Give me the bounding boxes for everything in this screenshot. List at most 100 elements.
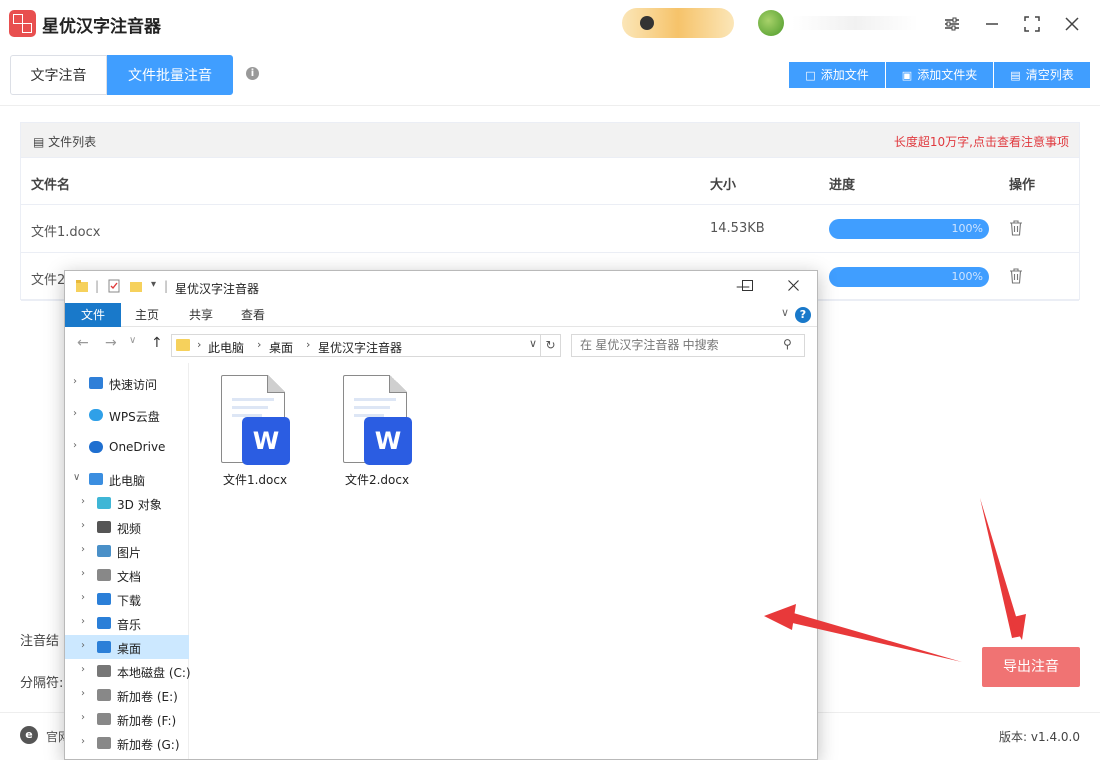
forward-arrow-icon[interactable]: →: [105, 335, 117, 351]
divider: [0, 105, 1100, 106]
close-icon[interactable]: [773, 275, 813, 299]
annotation-arrow-down: [980, 498, 1022, 638]
up-arrow-icon[interactable]: ↑: [151, 335, 163, 351]
tree-item[interactable]: › OneDrive: [65, 435, 189, 459]
breadcrumb-separator-icon: ›: [257, 338, 262, 351]
cloud-icon: [89, 409, 103, 421]
tree-item[interactable]: › 新加卷 (F:): [65, 707, 189, 731]
collapsed-chevron-icon[interactable]: ›: [81, 712, 85, 723]
address-bar[interactable]: › 此电脑 › 桌面 › 星优汉字注音器 ∨: [171, 334, 541, 357]
tree-item[interactable]: › 视频: [65, 515, 189, 539]
file-explorer-window: | ▾ | 星优汉字注音器 — 文件 主页 共享 查看 ∨ ? ← → ∨ ↑ …: [64, 270, 818, 760]
collapsed-chevron-icon[interactable]: ›: [81, 616, 85, 627]
refresh-icon[interactable]: ↻: [541, 334, 561, 357]
help-icon[interactable]: ?: [795, 307, 811, 323]
ribbon-tab-home[interactable]: 主页: [125, 303, 169, 327]
progress-text: 100%: [951, 270, 983, 283]
new-folder-icon[interactable]: [129, 279, 143, 296]
add-file-button[interactable]: □ 添加文件: [789, 62, 885, 88]
collapsed-chevron-icon[interactable]: ›: [81, 568, 85, 579]
add-file-label: 添加文件: [820, 68, 869, 82]
tree-item-label: 此电脑: [109, 474, 146, 488]
recent-chevron-icon[interactable]: ∨: [129, 335, 136, 346]
address-dropdown-icon[interactable]: ∨: [529, 337, 537, 350]
collapsed-chevron-icon[interactable]: ›: [73, 408, 77, 419]
length-notice-link[interactable]: 长度超10万字,点击查看注意事项: [894, 133, 1069, 150]
breadcrumb-desktop[interactable]: 桌面: [269, 339, 293, 356]
tree-item[interactable]: › 桌面: [65, 635, 189, 659]
minimize-icon[interactable]: [978, 10, 1006, 38]
tree-item[interactable]: › 3D 对象: [65, 491, 189, 515]
ribbon-expand-chevron-icon[interactable]: ∨: [781, 306, 789, 319]
clear-list-button[interactable]: ▤ 清空列表: [994, 62, 1090, 88]
user-name-redacted: [792, 16, 918, 30]
expanded-chevron-icon[interactable]: ∨: [73, 472, 80, 483]
file-name: 文件1.docx: [222, 473, 288, 487]
tree-item[interactable]: › 下载: [65, 587, 189, 611]
file-item[interactable]: W 文件1.docx: [189, 375, 290, 487]
customize-chevron-icon[interactable]: ▾: [151, 279, 156, 290]
file-item[interactable]: W 文件2.docx: [311, 375, 412, 487]
tree-item-label: 下载: [117, 594, 142, 608]
tree-item[interactable]: › 图片: [65, 539, 189, 563]
breadcrumb-this-pc[interactable]: 此电脑: [208, 339, 244, 356]
clear-list-label: 清空列表: [1025, 68, 1074, 82]
breadcrumb-separator-icon: ›: [197, 338, 202, 351]
tree-item[interactable]: › WPS云盘: [65, 403, 189, 427]
tree-item[interactable]: ∨ 此电脑: [65, 467, 189, 491]
collapsed-chevron-icon[interactable]: ›: [81, 496, 85, 507]
file-name: 文件2.docx: [344, 473, 410, 487]
back-arrow-icon[interactable]: ←: [77, 335, 89, 351]
maximize-icon[interactable]: [1018, 10, 1046, 38]
tree-item[interactable]: › 文档: [65, 563, 189, 587]
avatar[interactable]: [758, 10, 784, 36]
ribbon-tab-share[interactable]: 共享: [179, 303, 223, 327]
delete-icon[interactable]: [1009, 220, 1023, 236]
delete-icon[interactable]: [1009, 268, 1023, 284]
collapsed-chevron-icon[interactable]: ›: [81, 544, 85, 555]
export-annotation-button[interactable]: 导出注音: [982, 647, 1080, 687]
table-header: 文件名 大小 进度 操作: [21, 158, 1079, 205]
title-bar: 星优汉字注音器: [0, 0, 1100, 48]
table-row[interactable]: 文件1.docx 14.53KB 100%: [21, 205, 1079, 253]
tab-batch-file-annotation[interactable]: 文件批量注音: [107, 55, 233, 95]
video-icon: [97, 521, 111, 533]
search-icon[interactable]: ⚲: [783, 337, 792, 351]
maximize-icon[interactable]: [727, 275, 767, 299]
collapsed-chevron-icon[interactable]: ›: [81, 664, 85, 675]
properties-icon[interactable]: [107, 279, 121, 296]
search-input[interactable]: 在 星优汉字注音器 中搜索: [571, 334, 805, 357]
tree-item[interactable]: › 音乐: [65, 611, 189, 635]
ribbon-tab-file[interactable]: 文件: [65, 303, 121, 327]
settings-sliders-icon[interactable]: [938, 10, 966, 38]
breadcrumb-app-folder[interactable]: 星优汉字注音器: [318, 339, 402, 356]
disk-icon: [97, 665, 111, 677]
close-icon[interactable]: [1058, 10, 1086, 38]
collapsed-chevron-icon[interactable]: ›: [81, 736, 85, 747]
pc-icon: [89, 473, 103, 485]
word-icon: W: [242, 417, 290, 465]
tree-item[interactable]: › 新加卷 (G:): [65, 731, 189, 755]
info-icon[interactable]: i: [246, 67, 259, 80]
progress-bar: 100%: [829, 219, 989, 239]
progress-bar: 100%: [829, 267, 989, 287]
vip-badge[interactable]: [622, 8, 734, 38]
tab-text-annotation[interactable]: 文字注音: [10, 55, 107, 95]
app-window: 星优汉字注音器 文字注音 文件批量注音 i □ 添加文件 ▣ 添加文件夹 ▤ 清空列表…: [0, 0, 1100, 760]
collapsed-chevron-icon[interactable]: ›: [81, 592, 85, 603]
collapsed-chevron-icon[interactable]: ›: [81, 688, 85, 699]
tree-item-label: 3D 对象: [117, 498, 162, 512]
app-logo-icon: [9, 10, 36, 37]
collapsed-chevron-icon[interactable]: ›: [81, 640, 85, 651]
tree-item[interactable]: › 新加卷 (E:): [65, 683, 189, 707]
tree-item[interactable]: › 快速访问: [65, 371, 189, 395]
ribbon-tab-view[interactable]: 查看: [231, 303, 275, 327]
tree-item[interactable]: › 本地磁盘 (C:): [65, 659, 191, 683]
document-icon: [97, 569, 111, 581]
website-icon[interactable]: e: [20, 726, 38, 744]
collapsed-chevron-icon[interactable]: ›: [81, 520, 85, 531]
collapsed-chevron-icon[interactable]: ›: [73, 376, 77, 387]
add-folder-button[interactable]: ▣ 添加文件夹: [886, 62, 993, 88]
collapsed-chevron-icon[interactable]: ›: [73, 440, 77, 451]
star-icon: [89, 377, 103, 389]
